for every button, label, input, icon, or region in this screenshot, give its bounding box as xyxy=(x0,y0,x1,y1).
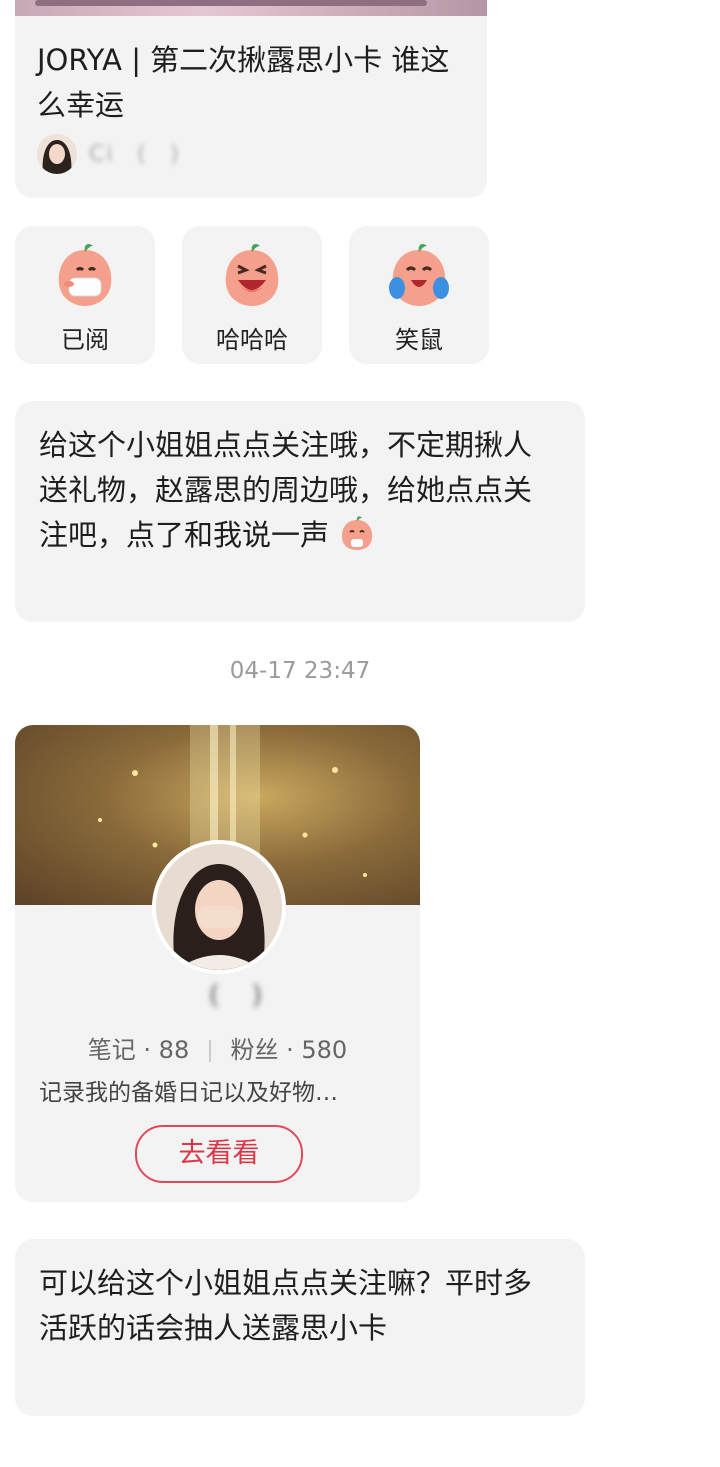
notes-label: 笔记 xyxy=(87,1036,136,1064)
peach-shy-emoji-icon xyxy=(342,516,373,550)
reaction-label: 哈哈哈 xyxy=(216,326,288,354)
post-title: JORYA | 第二次揪露思小卡 谁这么幸运 xyxy=(37,43,450,122)
profile-stats: 笔记 · 88 粉丝 · 580 xyxy=(87,1036,348,1064)
notes-count: 88 xyxy=(158,1036,190,1064)
reaction-label: 已阅 xyxy=(61,326,109,354)
reaction-laugh-cry[interactable]: 笑鼠 xyxy=(349,226,489,364)
profile-share-card[interactable]: ( ) 笔记 · 88 粉丝 · 580 记录我的备婚日记以及好物… 去看看 xyxy=(15,725,420,1202)
author-name: Ci ( ) xyxy=(89,141,181,167)
author-avatar xyxy=(37,134,77,174)
message-text: 给这个小姐姐点点关注哦，不定期揪人送礼物，赵露思的周边哦，给她点点关注吧，点了和… xyxy=(39,428,533,552)
profile-bio: 记录我的备婚日记以及好物… xyxy=(39,1080,338,1106)
stats-divider xyxy=(208,1040,211,1062)
message-bubble: 可以给这个小姐姐点点关注嘛？平时多活跃的话会抽人送露思小卡 xyxy=(15,1239,585,1416)
post-cover-image xyxy=(15,0,487,16)
reaction-label: 笑鼠 xyxy=(395,326,443,354)
message-timestamp: 04-17 23:47 xyxy=(229,658,371,684)
message-text: 可以给这个小姐姐点点关注嘛？平时多活跃的话会抽人送露思小卡 xyxy=(39,1266,533,1345)
peach-mask-icon xyxy=(58,244,112,306)
fans-count: 580 xyxy=(301,1036,348,1064)
profile-avatar xyxy=(152,840,286,974)
reaction-read[interactable]: 已阅 xyxy=(15,226,155,364)
shared-post-card[interactable]: JORYA | 第二次揪露思小卡 谁这么幸运 Ci ( ) xyxy=(15,0,487,198)
message-bubble: 给这个小姐姐点点关注哦，不定期揪人送礼物，赵露思的周边哦，给她点点关注吧，点了和… xyxy=(15,401,585,622)
peach-laugh-icon xyxy=(225,244,279,306)
reaction-haha[interactable]: 哈哈哈 xyxy=(182,226,322,364)
fans-label: 粉丝 xyxy=(230,1036,279,1064)
view-profile-button[interactable]: 去看看 xyxy=(135,1125,303,1183)
profile-name: ( ) xyxy=(169,980,266,1011)
post-author[interactable]: Ci ( ) xyxy=(37,134,181,174)
peach-cry-laugh-icon xyxy=(389,244,449,306)
